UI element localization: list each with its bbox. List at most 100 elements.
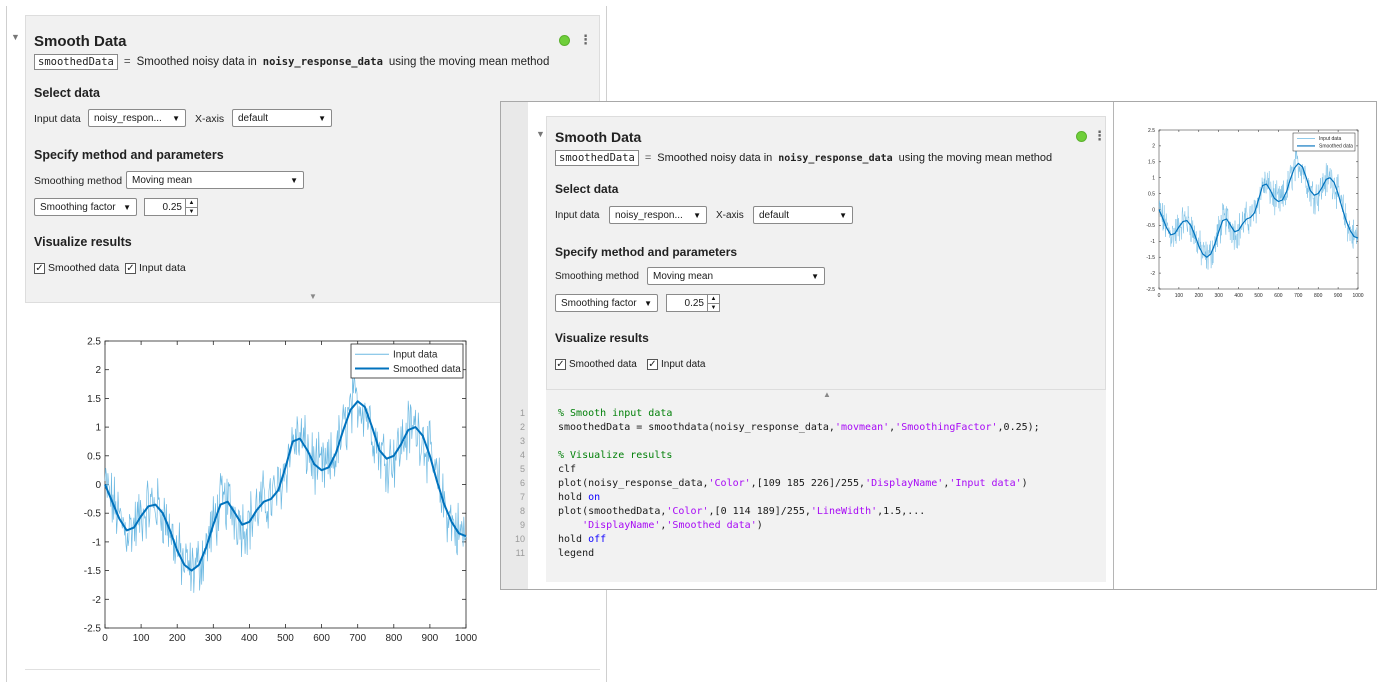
bottom-divider	[25, 669, 600, 670]
x-tick-label: 600	[313, 633, 330, 644]
line-number: 6	[519, 478, 525, 488]
smoothing-factor-dropdown[interactable]: Smoothing factor ▼	[555, 294, 658, 312]
y-tick-label: 1.5	[1148, 160, 1155, 166]
editor-code-area: ▼ Smooth Data ⋮ smoothedData = Smoothed …	[528, 102, 1113, 589]
front-output-figure: 0 100 200 300 400 500 600 700 800 900 1000 2.5 2 1.5 1…	[1146, 128, 1363, 299]
smoothing-method-dropdown[interactable]: Moving mean ▼	[647, 267, 825, 285]
code-string: 'SmoothingFactor'	[895, 422, 998, 433]
hide-code-toggle-icon[interactable]: ▲	[823, 390, 831, 399]
method-heading: Specify method and parameters	[555, 245, 738, 259]
input-data-value: noisy_respon...	[94, 112, 162, 124]
input-data-check-label: Input data	[661, 359, 706, 370]
code-line: clf	[558, 463, 576, 477]
task-output-summary: smoothedData = Smoothed noisy data in no…	[555, 150, 1052, 166]
increment-icon[interactable]: ▲	[708, 295, 719, 304]
input-data-checkbox[interactable]: ✓ Input data	[647, 359, 705, 370]
y-tick-label: 1	[95, 423, 101, 434]
code-string: 'DisplayName'	[582, 520, 661, 531]
decrement-icon[interactable]: ▼	[708, 304, 719, 312]
code-line: hold off	[558, 533, 606, 547]
smoothing-method-value: Moving mean	[653, 270, 714, 282]
more-options-icon[interactable]: ⋮	[579, 32, 592, 48]
line-number: 1	[519, 408, 525, 418]
code-string: 'Smoothed data'	[666, 520, 757, 531]
code-text: ,[109 185 226]/255,	[750, 478, 866, 489]
x-tick-label: 100	[1175, 293, 1184, 299]
input-data-label: Input data	[555, 210, 600, 221]
y-tick-label: 2.5	[87, 337, 101, 348]
code-text: clf	[558, 464, 577, 475]
smoothing-factor-spinner[interactable]: 0.25 ▲ ▼	[666, 294, 720, 312]
output-variable-field[interactable]: smoothedData	[34, 54, 118, 70]
output-variable-field[interactable]: smoothedData	[555, 150, 639, 166]
y-tick-label: -1	[1151, 239, 1156, 245]
smoothing-factor-spinner[interactable]: 0.25 ▲ ▼	[144, 198, 198, 216]
collapse-task-arrow-icon[interactable]: ▼	[536, 129, 545, 139]
code-line: % Smooth input data	[558, 407, 672, 421]
code-comment: % Smooth input data	[558, 408, 673, 419]
task-output-summary: smoothedData = Smoothed noisy data in no…	[34, 54, 549, 70]
increment-icon[interactable]: ▲	[186, 199, 197, 208]
input-data-label: Input data	[34, 113, 81, 125]
y-tick-label: -2	[1151, 271, 1156, 277]
smoothing-factor-option: Smoothing factor	[40, 201, 116, 213]
x-tick-label: 0	[1158, 293, 1161, 299]
output-pane-divider[interactable]	[1113, 102, 1114, 589]
line-number: 3	[519, 436, 525, 446]
code-text: hold	[558, 492, 589, 503]
axes-box	[104, 340, 467, 629]
x-tick-label: 0	[102, 633, 108, 644]
x-tick-label: 300	[205, 633, 222, 644]
code-text: smoothedData = smoothdata(noisy_response…	[558, 422, 835, 433]
code-text: plot(noisy_response_data,	[558, 478, 709, 489]
visualize-heading: Visualize results	[34, 235, 132, 249]
y-tick-label: -1	[92, 537, 101, 548]
code-comment: % Visualize results	[558, 450, 673, 461]
y-tick-label: 0	[1152, 207, 1155, 213]
code-string: 'Color'	[666, 506, 709, 517]
code-text: plot(smoothedData,	[558, 506, 667, 517]
code-string: 'Input data'	[949, 478, 1022, 489]
code-keyword: on	[588, 492, 601, 503]
input-data-checkbox[interactable]: ✓ Input data	[125, 262, 186, 274]
y-tick-label: 2	[1152, 144, 1155, 150]
status-ok-icon	[1076, 131, 1087, 142]
generated-code-block[interactable]: ▲ % Smooth input data smoothedData = smo…	[546, 389, 1106, 582]
input-data-dropdown[interactable]: noisy_respon... ▼	[88, 109, 186, 127]
x-tick-label: 900	[1334, 293, 1343, 299]
smoothed-data-checkbox[interactable]: ✓ Smoothed data	[555, 359, 637, 370]
equals-sign: =	[123, 56, 131, 68]
smoothed-data-checkbox[interactable]: ✓ Smoothed data	[34, 262, 119, 274]
summary-variable: noisy_response_data	[778, 152, 893, 164]
checkmark-icon: ✓	[555, 359, 566, 370]
x-tick-label: 200	[1195, 293, 1204, 299]
line-number: 8	[519, 506, 525, 516]
collapse-task-arrow-icon[interactable]: ▼	[11, 32, 20, 42]
x-axis-dropdown[interactable]: default ▼	[753, 206, 853, 224]
y-tick-label: 1	[1152, 175, 1155, 181]
x-tick-label: 700	[349, 633, 366, 644]
smoothing-factor-dropdown[interactable]: Smoothing factor ▼	[34, 198, 137, 216]
x-axis-dropdown[interactable]: default ▼	[232, 109, 332, 127]
decrement-icon[interactable]: ▼	[186, 208, 197, 216]
x-tick-label: 200	[169, 633, 186, 644]
line-number: 11	[515, 548, 525, 558]
code-string: 'Color'	[708, 478, 751, 489]
show-code-toggle-icon[interactable]: ▼	[309, 292, 317, 301]
y-tick-label: -2	[92, 595, 101, 606]
task-title: Smooth Data	[555, 129, 642, 145]
x-tick-label: 800	[1314, 293, 1323, 299]
legend-entry: Smoothed data	[1319, 144, 1353, 150]
select-data-heading: Select data	[34, 86, 101, 100]
more-options-icon[interactable]: ⋮	[1093, 128, 1106, 144]
x-axis-label: X-axis	[195, 113, 225, 125]
input-data-dropdown[interactable]: noisy_respon... ▼	[609, 206, 707, 224]
smoothing-method-dropdown[interactable]: Moving mean ▼	[126, 171, 304, 189]
dropdown-arrow-icon: ▼	[839, 210, 847, 220]
axes-box	[1158, 129, 1359, 290]
smoothed-data-label: Smoothed data	[48, 262, 120, 274]
code-string: 'movmean'	[834, 422, 890, 433]
summary-prefix: Smoothed noisy data in	[136, 56, 257, 68]
legend-entry: Smoothed data	[393, 364, 461, 375]
y-tick-label: 1.5	[87, 394, 101, 405]
